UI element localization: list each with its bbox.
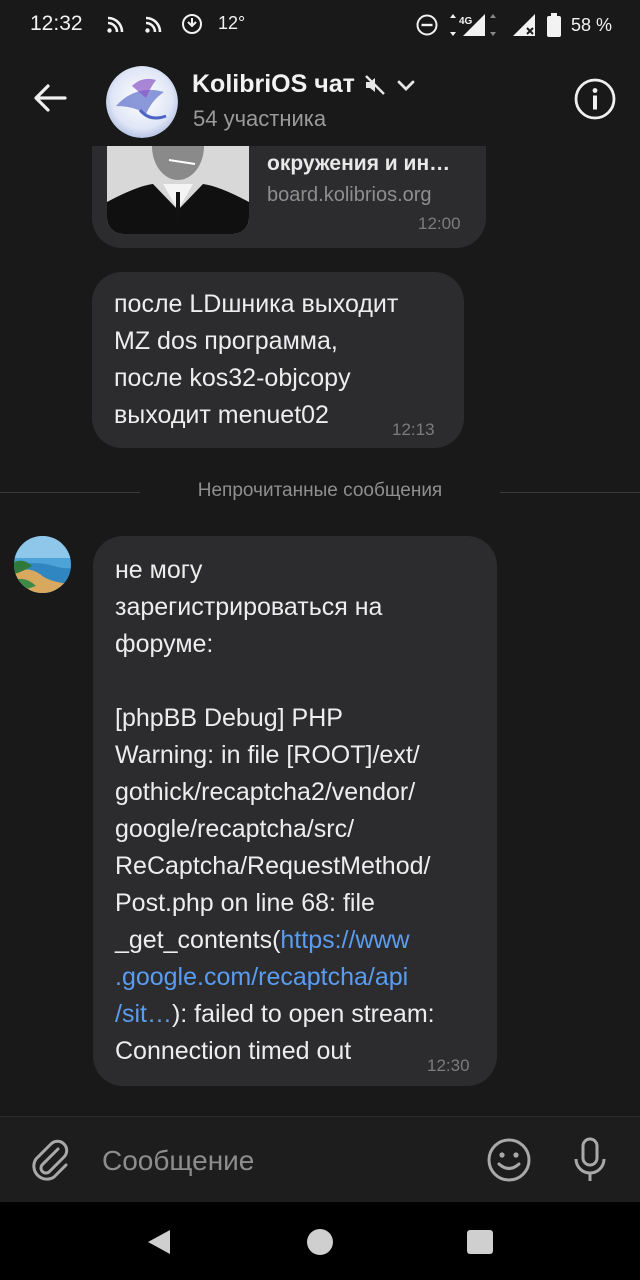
message-list[interactable]: окружения и ин… board.kolibrios.org 12:0… bbox=[0, 146, 640, 1114]
message-text: не могу зарегистрироваться на форуме: [p… bbox=[115, 552, 487, 1070]
chevron-down-icon bbox=[397, 80, 415, 91]
message-text: после LDшника выходит MZ dos программа, … bbox=[114, 290, 399, 429]
link-preview-image[interactable] bbox=[107, 146, 249, 234]
message-composer bbox=[0, 1116, 640, 1202]
emoji-icon[interactable] bbox=[486, 1137, 532, 1183]
unread-divider-label: Непрочитанные сообщения bbox=[197, 480, 443, 501]
link-preview-bubble[interactable]: окружения и ин… board.kolibrios.org 12:0… bbox=[92, 146, 486, 248]
status-bar: 12:32 12° 4G 58 % bbox=[0, 0, 640, 50]
cast-icon bbox=[107, 16, 124, 33]
group-title: KolibriOS чат bbox=[192, 70, 355, 98]
unread-divider: Непрочитанные сообщения bbox=[0, 480, 640, 501]
sender-avatar[interactable] bbox=[14, 536, 71, 593]
status-time: 12:32 bbox=[30, 12, 83, 35]
muted-icon bbox=[365, 74, 385, 95]
nav-back-icon[interactable] bbox=[146, 1228, 172, 1256]
battery-icon bbox=[546, 13, 561, 37]
signal-4g-icon: 4G bbox=[449, 14, 496, 36]
battery-level: 58 % bbox=[570, 14, 612, 35]
kolibri-logo-icon bbox=[106, 66, 178, 138]
link-preview-title: окружения и ин… bbox=[267, 152, 451, 175]
status-temperature: 12° bbox=[218, 13, 246, 33]
message-time: 12:13 bbox=[392, 420, 435, 439]
message-text-part: не могу зарегистрироваться на форуме: [p… bbox=[115, 556, 431, 954]
info-icon[interactable] bbox=[574, 78, 616, 120]
back-button[interactable] bbox=[22, 74, 78, 122]
link-preview-domain: board.kolibrios.org bbox=[267, 184, 432, 206]
message-bubble[interactable]: не могу зарегистрироваться на форуме: [p… bbox=[93, 536, 497, 1086]
group-title-row[interactable]: KolibriOS чат bbox=[192, 70, 417, 99]
mic-icon[interactable] bbox=[570, 1135, 610, 1185]
person-photo-icon bbox=[107, 146, 249, 234]
message-bubble[interactable]: после LDшника выходит MZ dos программа, … bbox=[92, 272, 464, 448]
nav-home-icon[interactable] bbox=[307, 1229, 333, 1255]
do-not-disturb-icon bbox=[416, 14, 438, 36]
message-time: 12:30 bbox=[427, 1056, 470, 1075]
back-arrow-icon bbox=[34, 84, 67, 112]
system-nav-bar bbox=[0, 1202, 640, 1280]
chat-header: KolibriOS чат 54 участника bbox=[0, 50, 640, 146]
svg-text:4G: 4G bbox=[459, 16, 473, 27]
message-time: 12:00 bbox=[418, 214, 461, 233]
nav-recents-icon[interactable] bbox=[467, 1230, 493, 1254]
attach-icon[interactable] bbox=[28, 1137, 72, 1183]
message-input[interactable] bbox=[102, 1141, 462, 1181]
signal-no-sim-icon bbox=[512, 14, 535, 36]
group-avatar[interactable] bbox=[106, 66, 178, 138]
sync-icon bbox=[182, 14, 202, 34]
beach-photo-icon bbox=[14, 536, 71, 593]
cast-icon bbox=[145, 16, 162, 33]
group-member-count: 54 участника bbox=[193, 106, 327, 131]
